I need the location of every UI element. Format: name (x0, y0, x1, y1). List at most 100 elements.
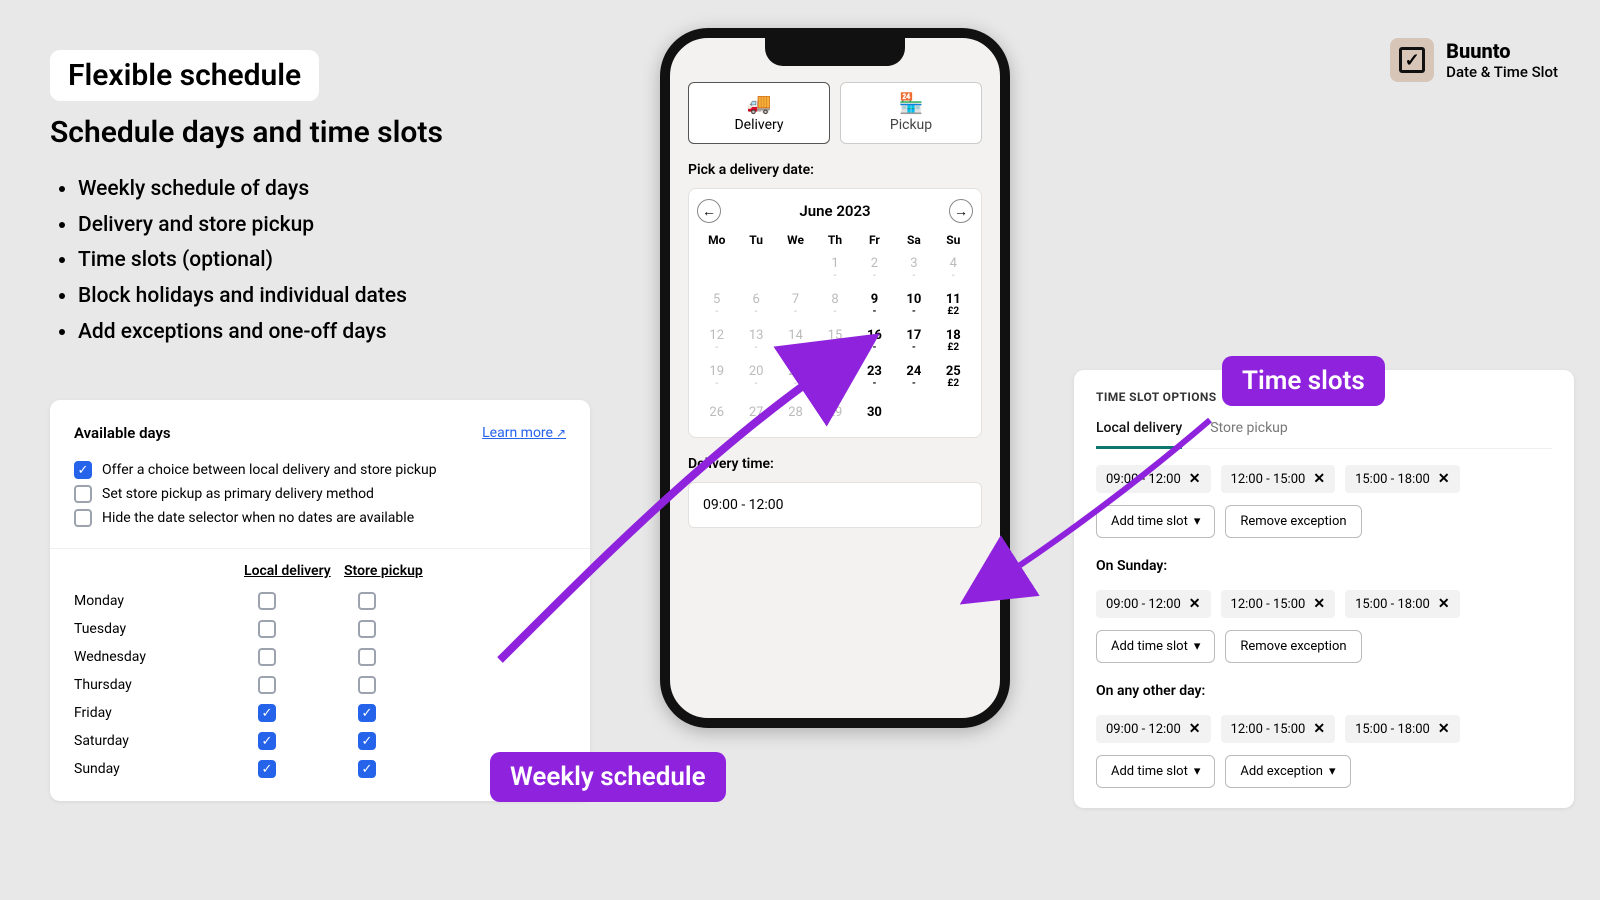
calendar-day[interactable]: 17- (894, 323, 933, 359)
dow: Th (815, 229, 854, 251)
brand-icon: ✓ (1390, 38, 1434, 82)
calendar-day[interactable]: 14- (776, 323, 815, 359)
time-slot-chip[interactable]: 15:00 - 18:00✕ (1345, 590, 1460, 618)
prev-month-button[interactable]: ← (697, 199, 721, 223)
delivery-mode-button[interactable]: 🚚 Delivery (688, 82, 830, 144)
calendar-day[interactable]: 21- (776, 359, 815, 395)
pick-date-label: Pick a delivery date: (688, 162, 982, 178)
remove-chip-icon[interactable]: ✕ (1313, 471, 1325, 487)
page-heading: Schedule days and time slots (50, 115, 610, 150)
calendar-day[interactable]: 11£2 (934, 287, 973, 323)
calendar-day[interactable]: 7- (776, 287, 815, 323)
add-time-slot-button[interactable]: Add time slot▾ (1096, 630, 1215, 663)
remove-chip-icon[interactable]: ✕ (1438, 596, 1450, 612)
calendar-day[interactable]: 28 (776, 395, 815, 431)
day-row: Saturday✓✓ (74, 727, 566, 755)
checkbox[interactable] (74, 509, 92, 527)
time-slot-chip[interactable]: 15:00 - 18:00✕ (1345, 715, 1460, 743)
remove-chip-icon[interactable]: ✕ (1438, 471, 1450, 487)
remove-chip-icon[interactable]: ✕ (1313, 596, 1325, 612)
option-row: Set store pickup as primary delivery met… (50, 482, 590, 506)
calendar-month: June 2023 (799, 202, 870, 220)
local-checkbox[interactable] (258, 620, 276, 638)
button-row: Add time slot▾ Remove exception (1096, 505, 1552, 538)
remove-chip-icon[interactable]: ✕ (1438, 721, 1450, 737)
calendar-day[interactable]: 26 (697, 395, 736, 431)
calendar-day (934, 395, 973, 431)
remove-chip-icon[interactable]: ✕ (1189, 721, 1201, 737)
checkbox[interactable]: ✓ (74, 461, 92, 479)
calendar-day[interactable]: 12- (697, 323, 736, 359)
pickup-checkbox[interactable] (358, 592, 376, 610)
pickup-checkbox[interactable]: ✓ (358, 760, 376, 778)
exception-button[interactable]: Remove exception (1225, 630, 1361, 663)
calendar-day[interactable]: 4- (934, 251, 973, 287)
calendar-day[interactable]: 13- (736, 323, 775, 359)
pickup-mode-button[interactable]: 🏪 Pickup (840, 82, 982, 144)
calendar-day[interactable]: 6- (736, 287, 775, 323)
delivery-time-select[interactable]: 09:00 - 12:00 (688, 482, 982, 528)
pickup-label: Pickup (890, 117, 932, 133)
calendar-day (776, 251, 815, 287)
remove-chip-icon[interactable]: ✕ (1313, 721, 1325, 737)
calendar-day[interactable]: 2- (855, 251, 894, 287)
time-slot-chip[interactable]: 09:00 - 12:00✕ (1096, 465, 1211, 493)
calendar-day[interactable]: 8- (815, 287, 854, 323)
day-name: Wednesday (74, 649, 244, 665)
learn-more-link[interactable]: Learn more (482, 425, 566, 441)
pickup-checkbox[interactable]: ✓ (358, 732, 376, 750)
local-checkbox[interactable]: ✓ (258, 760, 276, 778)
calendar-day[interactable]: 15- (815, 323, 854, 359)
calendar-day[interactable]: 10- (894, 287, 933, 323)
time-slot-chip[interactable]: 15:00 - 18:00✕ (1345, 465, 1460, 493)
tab-store-pickup[interactable]: Store pickup (1210, 420, 1288, 448)
bullet-item: Weekly schedule of days (78, 172, 610, 208)
time-slot-chip[interactable]: 12:00 - 15:00✕ (1221, 715, 1336, 743)
available-title: Available days (74, 424, 171, 442)
time-slot-chip[interactable]: 09:00 - 12:00✕ (1096, 715, 1211, 743)
dow: Tu (736, 229, 775, 251)
calendar-day[interactable]: 27 (736, 395, 775, 431)
tab-local-delivery[interactable]: Local delivery (1096, 420, 1182, 449)
checkbox[interactable] (74, 485, 92, 503)
button-row: Add time slot▾ Remove exception (1096, 630, 1552, 663)
calendar-day[interactable]: 23- (855, 359, 894, 395)
time-slot-chip[interactable]: 09:00 - 12:00✕ (1096, 590, 1211, 618)
calendar-day[interactable]: 29 (815, 395, 854, 431)
calendar-day[interactable]: 24- (894, 359, 933, 395)
exception-button[interactable]: Remove exception (1225, 505, 1361, 538)
remove-chip-icon[interactable]: ✕ (1189, 471, 1201, 487)
slot-group-heading: On any other day: (1096, 683, 1552, 699)
calendar-day[interactable]: 25£2 (934, 359, 973, 395)
remove-chip-icon[interactable]: ✕ (1189, 596, 1201, 612)
calendar-day[interactable]: 9- (855, 287, 894, 323)
time-slot-chip[interactable]: 12:00 - 15:00✕ (1221, 465, 1336, 493)
calendar-day[interactable]: 19- (697, 359, 736, 395)
calendar-day[interactable]: 1- (815, 251, 854, 287)
chip-row: 09:00 - 12:00✕ 12:00 - 15:00✕ 15:00 - 18:0… (1096, 465, 1552, 493)
exception-button[interactable]: Add exception ▾ (1225, 755, 1350, 788)
add-time-slot-button[interactable]: Add time slot▾ (1096, 755, 1215, 788)
brand-sub: Date & Time Slot (1446, 63, 1558, 81)
local-checkbox[interactable] (258, 592, 276, 610)
pickup-checkbox[interactable] (358, 676, 376, 694)
time-slot-chip[interactable]: 12:00 - 15:00✕ (1221, 590, 1336, 618)
calendar-day[interactable]: 22- (815, 359, 854, 395)
pickup-checkbox[interactable] (358, 648, 376, 666)
feature-bullets: Weekly schedule of daysDelivery and stor… (50, 172, 610, 350)
calendar-day[interactable]: 16- (855, 323, 894, 359)
local-checkbox[interactable]: ✓ (258, 704, 276, 722)
calendar-day[interactable]: 18£2 (934, 323, 973, 359)
pickup-checkbox[interactable] (358, 620, 376, 638)
delivery-label: Delivery (734, 117, 783, 133)
next-month-button[interactable]: → (949, 199, 973, 223)
calendar-day[interactable]: 3- (894, 251, 933, 287)
local-checkbox[interactable] (258, 676, 276, 694)
add-time-slot-button[interactable]: Add time slot▾ (1096, 505, 1215, 538)
local-checkbox[interactable] (258, 648, 276, 666)
calendar-day[interactable]: 5- (697, 287, 736, 323)
local-checkbox[interactable]: ✓ (258, 732, 276, 750)
calendar-day[interactable]: 20- (736, 359, 775, 395)
pickup-checkbox[interactable]: ✓ (358, 704, 376, 722)
calendar-day[interactable]: 30 (855, 395, 894, 431)
